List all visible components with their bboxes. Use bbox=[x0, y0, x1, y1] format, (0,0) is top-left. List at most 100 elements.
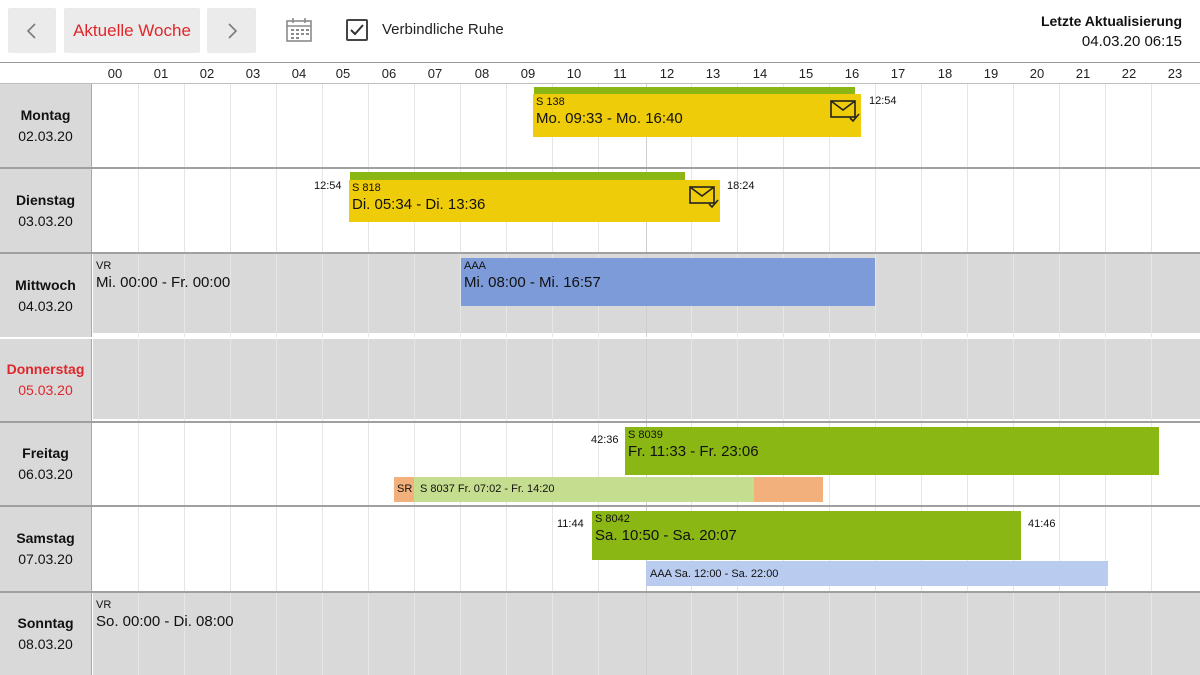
rest-marker[interactable]: SR bbox=[394, 477, 414, 502]
calendar-icon[interactable] bbox=[285, 17, 313, 43]
rest-time: So. 00:00 - Di. 08:00 bbox=[96, 613, 234, 630]
next-week-button[interactable] bbox=[207, 8, 256, 53]
rest-block[interactable]: VR Mi. 00:00 - Fr. 00:00 bbox=[93, 258, 393, 298]
duration-after: 41:46 bbox=[1028, 518, 1056, 530]
hour-label: 14 bbox=[752, 66, 768, 81]
rest-time: Mi. 00:00 - Fr. 00:00 bbox=[96, 274, 231, 291]
row-divider bbox=[0, 505, 1200, 507]
day-date: 07.03.20 bbox=[18, 551, 73, 567]
hour-label: 20 bbox=[1029, 66, 1045, 81]
shift-time: Di. 05:34 - Di. 13:36 bbox=[352, 196, 486, 213]
duration-before: 12:54 bbox=[314, 180, 342, 192]
day-label-friday: Freitag 06.03.20 bbox=[0, 423, 92, 505]
day-label-sunday: Sonntag 08.03.20 bbox=[0, 593, 92, 675]
hour-label: 12 bbox=[659, 66, 675, 81]
secondary-shift-text: S 8037 Fr. 07:02 - Fr. 14:20 bbox=[420, 483, 555, 495]
row-divider bbox=[0, 337, 1200, 339]
hour-header: 00 01 02 03 04 05 06 07 08 09 10 11 12 1… bbox=[0, 62, 1200, 84]
hour-label: 04 bbox=[291, 66, 307, 81]
shift-time: Mo. 09:33 - Mo. 16:40 bbox=[536, 110, 683, 127]
row-divider bbox=[0, 252, 1200, 254]
hour-label: 00 bbox=[107, 66, 123, 81]
shift-block[interactable]: S 138 Mo. 09:33 - Mo. 16:40 bbox=[533, 94, 861, 137]
shift-block[interactable]: S 8042 Sa. 10:50 - Sa. 20:07 bbox=[592, 511, 1021, 560]
shift-time: Sa. 10:50 - Sa. 20:07 bbox=[595, 527, 737, 544]
mail-check-icon[interactable] bbox=[689, 185, 719, 209]
day-label-monday: Montag 02.03.20 bbox=[0, 84, 92, 167]
chevron-left-icon bbox=[26, 22, 36, 39]
day-name: Mittwoch bbox=[15, 276, 76, 293]
rest-marker-code: SR bbox=[397, 483, 413, 495]
chevron-right-icon bbox=[227, 22, 237, 39]
toolbar: Aktuelle Woche Verbindliche Ruhe Letzte … bbox=[0, 0, 1200, 62]
day-name: Dienstag bbox=[15, 191, 76, 208]
day-label-tuesday: Dienstag 03.03.20 bbox=[0, 169, 92, 252]
shift-code: S 818 bbox=[352, 182, 381, 194]
rest-block[interactable]: VR So. 00:00 - Di. 08:00 bbox=[93, 597, 393, 637]
shift-time: Fr. 11:33 - Fr. 23:06 bbox=[628, 443, 759, 460]
secondary-shift-text: AAA Sa. 12:00 - Sa. 22:00 bbox=[650, 568, 779, 580]
hour-label: 11 bbox=[613, 66, 627, 81]
hour-label: 09 bbox=[520, 66, 536, 81]
duration-before: 42:36 bbox=[591, 434, 619, 446]
row-divider bbox=[0, 591, 1200, 593]
shift-block[interactable]: S 818 Di. 05:34 - Di. 13:36 bbox=[349, 180, 720, 222]
hour-label: 22 bbox=[1121, 66, 1137, 81]
mandatory-rest-checkbox[interactable] bbox=[346, 19, 368, 41]
hour-label: 15 bbox=[798, 66, 814, 81]
day-date: 04.03.20 bbox=[18, 297, 73, 314]
duration-after: 18:24 bbox=[727, 180, 755, 192]
day-label-wednesday: Mittwoch 04.03.20 bbox=[0, 254, 92, 337]
shift-code: S 8042 bbox=[595, 513, 630, 525]
shift-block[interactable]: S 8039 Fr. 11:33 - Fr. 23:06 bbox=[625, 427, 1159, 475]
hour-label: 01 bbox=[153, 66, 169, 81]
mandatory-rest-label: Verbindliche Ruhe bbox=[382, 21, 504, 38]
day-date: 05.03.20 bbox=[18, 382, 73, 398]
day-date: 03.03.20 bbox=[18, 212, 73, 229]
day-name: Sonntag bbox=[17, 615, 74, 631]
previous-week-button[interactable] bbox=[8, 8, 56, 53]
row-divider bbox=[0, 421, 1200, 423]
checkmark-icon bbox=[350, 24, 364, 36]
mail-check-icon[interactable] bbox=[830, 99, 860, 123]
day-label-saturday: Samstag 07.03.20 bbox=[0, 507, 92, 591]
row-divider bbox=[0, 167, 1200, 169]
hour-label: 17 bbox=[890, 66, 906, 81]
last-update-value: 04.03.20 06:15 bbox=[1081, 33, 1182, 50]
rest-code: VR bbox=[96, 260, 112, 272]
duration-after: 12:54 bbox=[869, 95, 897, 107]
hour-label: 16 bbox=[844, 66, 860, 81]
day-label-thursday: Donnerstag 05.03.20 bbox=[0, 339, 92, 421]
day-name: Samstag bbox=[16, 530, 75, 546]
day-name: Donnerstag bbox=[6, 361, 85, 377]
day-name: Freitag bbox=[22, 445, 69, 461]
hour-label: 18 bbox=[937, 66, 953, 81]
hour-label: 19 bbox=[983, 66, 999, 81]
hour-label: 10 bbox=[566, 66, 582, 81]
shift-time: Mi. 08:00 - Mi. 16:57 bbox=[464, 274, 601, 291]
shift-code: S 8039 bbox=[628, 429, 663, 441]
shift-code: AAA bbox=[464, 260, 487, 272]
hour-label: 08 bbox=[474, 66, 490, 81]
hour-label: 21 bbox=[1075, 66, 1091, 81]
day-date: 08.03.20 bbox=[18, 636, 73, 652]
shift-block[interactable]: AAA Mi. 08:00 - Mi. 16:57 bbox=[461, 258, 875, 306]
day-date: 06.03.20 bbox=[18, 466, 73, 482]
hour-label: 03 bbox=[245, 66, 261, 81]
rest-marker[interactable] bbox=[754, 477, 823, 502]
duration-before: 11:44 bbox=[557, 518, 584, 530]
last-update-title: Letzte Aktualisierung bbox=[1040, 13, 1182, 29]
current-week-button[interactable]: Aktuelle Woche bbox=[64, 8, 200, 53]
day-date: 02.03.20 bbox=[18, 127, 73, 144]
rest-code: VR bbox=[96, 599, 112, 611]
secondary-shift-block[interactable]: AAA Sa. 12:00 - Sa. 22:00 bbox=[646, 561, 1108, 586]
secondary-shift-block[interactable]: S 8037 Fr. 07:02 - Fr. 14:20 bbox=[414, 477, 754, 502]
hour-label: 05 bbox=[335, 66, 351, 81]
hour-label: 07 bbox=[427, 66, 443, 81]
hour-label: 23 bbox=[1167, 66, 1183, 81]
hour-label: 06 bbox=[381, 66, 397, 81]
day-name: Montag bbox=[20, 106, 71, 123]
shift-code: S 138 bbox=[536, 96, 565, 108]
hour-label: 02 bbox=[199, 66, 215, 81]
hour-label: 13 bbox=[705, 66, 721, 81]
